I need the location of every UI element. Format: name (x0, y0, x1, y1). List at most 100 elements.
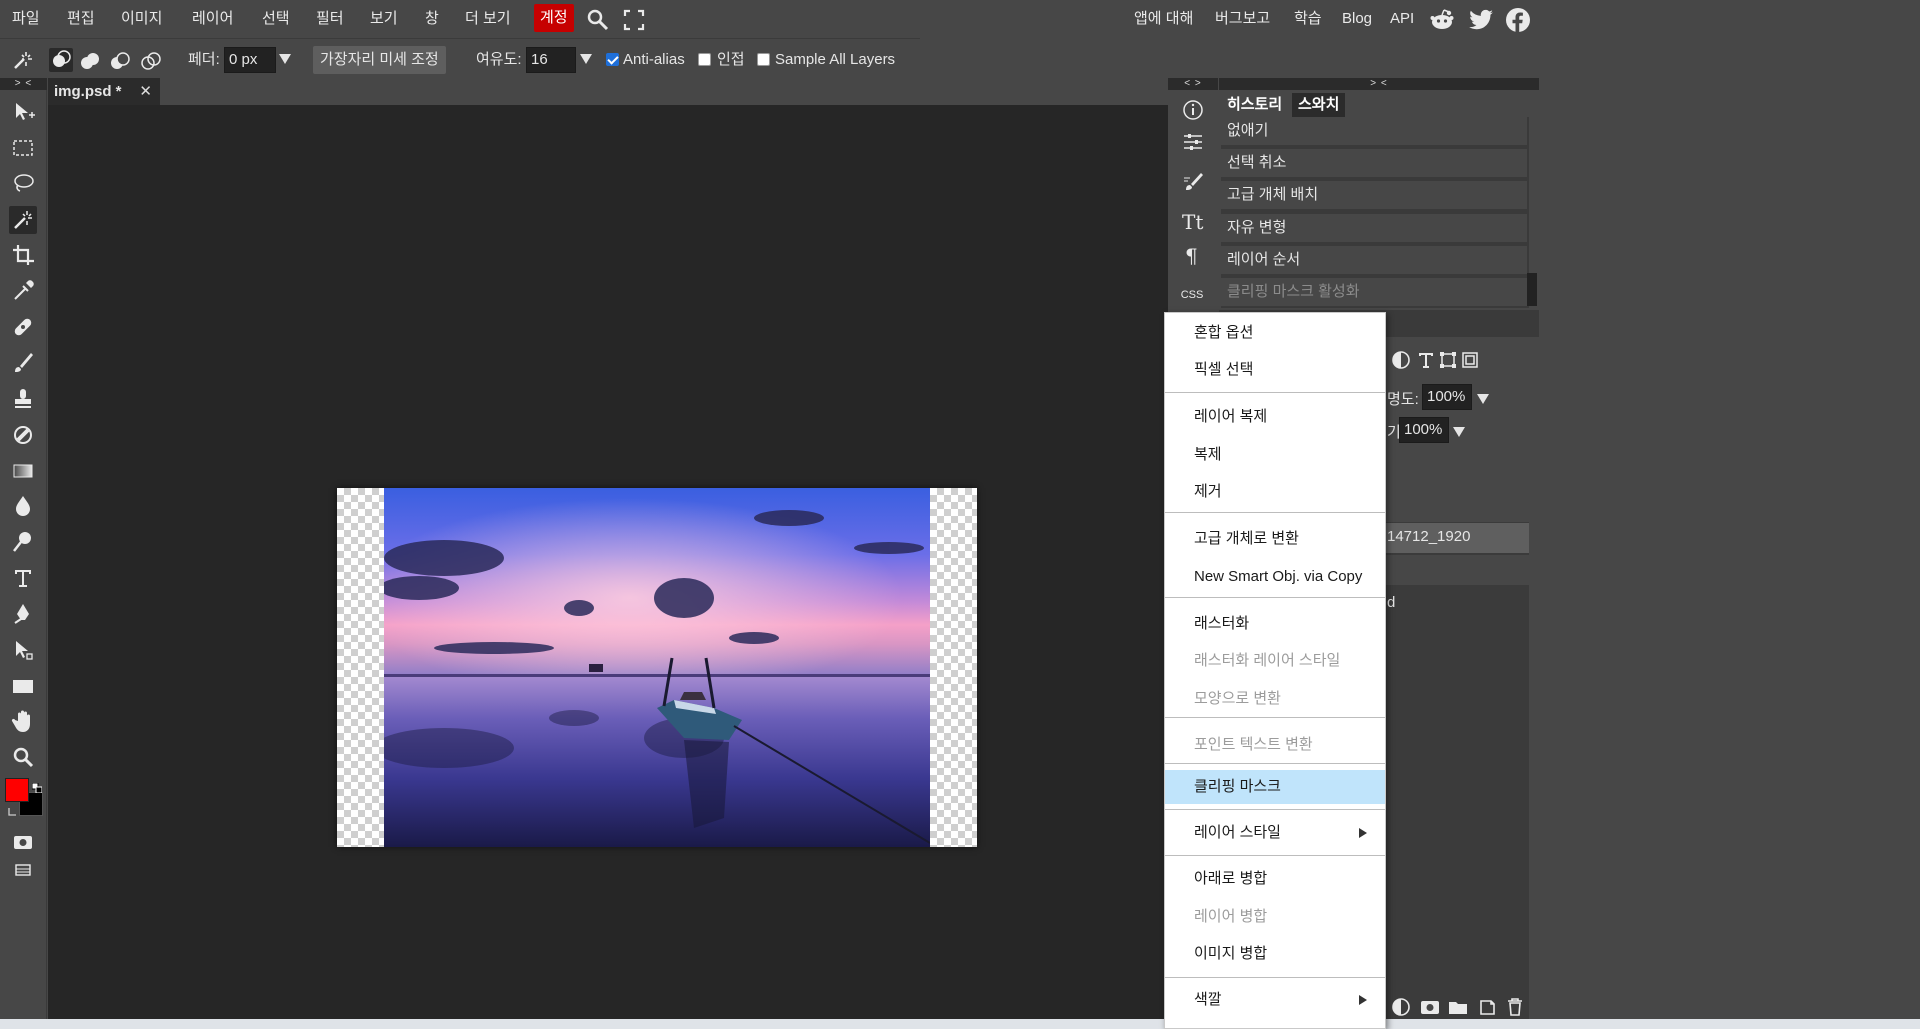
fill-dropdown-icon[interactable] (1453, 427, 1465, 437)
menu-item-new-smart-obj-copy[interactable]: New Smart Obj. via Copy (1165, 561, 1385, 593)
search-icon[interactable] (586, 8, 610, 32)
refine-edge-button[interactable]: 가장자리 미세 조정 (313, 46, 446, 74)
add-mask-icon[interactable] (1420, 997, 1440, 1017)
link-api[interactable]: API (1390, 8, 1414, 29)
history-item[interactable]: 고급 개체 배치 (1221, 181, 1527, 211)
toolbar-collapse-toggle[interactable]: > < (0, 78, 47, 90)
new-selection-icon[interactable] (49, 48, 73, 72)
menu-more[interactable]: 더 보기 (465, 8, 511, 29)
add-selection-icon[interactable] (79, 50, 101, 72)
adjustments-icon[interactable] (1181, 130, 1205, 154)
opacity-dropdown-icon[interactable] (1477, 394, 1489, 404)
menu-image[interactable]: 이미지 (121, 8, 162, 29)
menu-select[interactable]: 선택 (262, 8, 290, 29)
filter-shape-icon[interactable] (1438, 350, 1458, 370)
default-colors-icon[interactable] (31, 780, 43, 794)
menu-item-convert-smart-object[interactable]: 고급 개체로 변환 (1165, 523, 1385, 555)
move-tool-icon[interactable] (9, 98, 37, 126)
blur-tool-icon[interactable] (9, 492, 37, 520)
document-canvas[interactable] (337, 488, 977, 847)
opacity-input[interactable]: 100% (1422, 384, 1472, 410)
menu-layer[interactable]: 레이어 (192, 8, 233, 29)
menu-file[interactable]: 파일 (12, 8, 40, 29)
gradient-tool-icon[interactable] (9, 457, 37, 485)
css-panel-icon[interactable]: CSS (1179, 283, 1205, 307)
hand-tool-icon[interactable] (9, 707, 37, 735)
menu-item-flatten-image[interactable]: 이미지 병합 (1165, 938, 1385, 970)
brush-tool-icon[interactable] (9, 349, 37, 377)
filter-smart-object-icon[interactable] (1460, 350, 1480, 370)
subtract-selection-icon[interactable] (109, 50, 131, 72)
contiguous-checkbox[interactable] (698, 53, 711, 66)
menu-item-blending-options[interactable]: 혼합 옵션 (1165, 317, 1385, 349)
tolerance-input[interactable]: 16 (526, 47, 576, 73)
link-blog[interactable]: Blog (1342, 8, 1372, 29)
right-collapse-toggle[interactable]: > < (1219, 78, 1539, 90)
history-item[interactable]: 클리핑 마스크 활성화 (1221, 278, 1527, 308)
menu-window[interactable]: 창 (425, 8, 439, 29)
menu-item-merge-down[interactable]: 아래로 병합 (1165, 863, 1385, 895)
close-icon[interactable]: ✕ (139, 78, 152, 105)
intersect-selection-icon[interactable] (140, 50, 162, 72)
history-item[interactable]: 선택 취소 (1221, 149, 1527, 179)
path-selection-tool-icon[interactable] (9, 636, 37, 664)
paragraph-icon[interactable]: ¶ (1181, 243, 1205, 268)
anti-alias-checkbox[interactable] (606, 53, 619, 66)
tab-swatches[interactable]: 스와치 (1292, 93, 1346, 117)
fullscreen-icon[interactable] (622, 8, 646, 32)
reddit-icon[interactable] (1429, 7, 1454, 31)
magic-wand-tool-icon[interactable] (9, 206, 37, 234)
menu-item-select-pixels[interactable]: 픽셀 선택 (1165, 354, 1385, 386)
fill-input[interactable]: 100% (1399, 417, 1449, 443)
menu-item-duplicate-layer[interactable]: 레이어 복제 (1165, 401, 1385, 433)
link-bug-report[interactable]: 버그보고 (1215, 8, 1270, 29)
side-collapse-toggle[interactable]: < > (1168, 78, 1218, 90)
filter-type-icon[interactable] (1416, 350, 1436, 370)
history-scrollbar[interactable] (1527, 273, 1537, 306)
history-item[interactable]: 없애기 (1221, 117, 1527, 147)
zoom-tool-icon[interactable] (9, 743, 37, 771)
canvas-area[interactable] (48, 105, 1168, 1029)
menu-item-duplicate[interactable]: 복제 (1165, 439, 1385, 471)
dodge-tool-icon[interactable] (9, 528, 37, 556)
clone-stamp-tool-icon[interactable] (9, 385, 37, 413)
adjustment-layer-icon[interactable] (1391, 997, 1411, 1017)
menu-item-clipping-mask[interactable]: 클리핑 마스크 (1165, 770, 1385, 804)
link-about[interactable]: 앱에 대해 (1134, 8, 1193, 29)
swap-colors-icon[interactable] (7, 805, 19, 817)
character-icon[interactable]: Tt (1181, 209, 1205, 234)
menu-account[interactable]: 계정 (534, 4, 574, 32)
trash-icon[interactable] (1505, 997, 1525, 1017)
crop-tool-icon[interactable] (9, 241, 37, 269)
lasso-tool-icon[interactable] (9, 170, 37, 198)
history-item[interactable]: 레이어 순서 (1221, 246, 1527, 276)
document-tab[interactable]: img.psd * ✕ (48, 78, 160, 105)
rectangle-tool-icon[interactable] (9, 672, 37, 700)
new-layer-icon[interactable] (1477, 997, 1497, 1017)
screen-mode-icon[interactable] (9, 856, 37, 884)
menu-item-color[interactable]: 색깔 (1165, 984, 1385, 1016)
info-icon[interactable] (1181, 98, 1205, 122)
pen-tool-icon[interactable] (9, 600, 37, 628)
menu-view[interactable]: 보기 (370, 8, 398, 29)
feather-dropdown-icon[interactable] (279, 54, 291, 64)
marquee-tool-icon[interactable] (9, 134, 37, 162)
quick-mask-icon[interactable] (9, 828, 37, 856)
tolerance-dropdown-icon[interactable] (580, 54, 592, 64)
type-tool-icon[interactable] (9, 564, 37, 592)
healing-brush-tool-icon[interactable] (9, 313, 37, 341)
facebook-icon[interactable] (1505, 7, 1530, 32)
tab-history[interactable]: 히스토리 (1221, 93, 1289, 117)
twitter-icon[interactable] (1468, 7, 1493, 31)
filter-adjustment-icon[interactable] (1391, 350, 1411, 370)
menu-item-delete[interactable]: 제거 (1165, 476, 1385, 508)
menu-edit[interactable]: 편집 (67, 8, 95, 29)
feather-input[interactable]: 0 px (224, 47, 276, 73)
new-group-icon[interactable] (1448, 997, 1468, 1017)
history-item[interactable]: 자유 변형 (1221, 214, 1527, 244)
menu-filter[interactable]: 필터 (316, 8, 344, 29)
foreground-color-swatch-top[interactable] (5, 778, 29, 802)
eyedropper-tool-icon[interactable] (9, 277, 37, 305)
eraser-tool-icon[interactable] (9, 421, 37, 449)
link-learn[interactable]: 학습 (1294, 8, 1322, 29)
